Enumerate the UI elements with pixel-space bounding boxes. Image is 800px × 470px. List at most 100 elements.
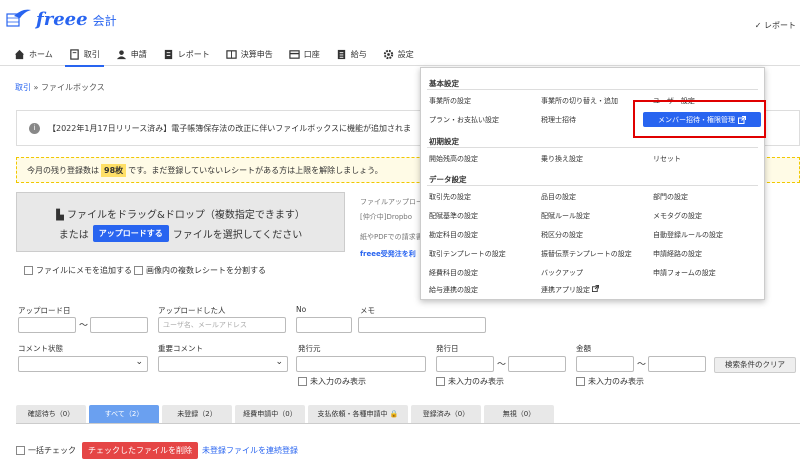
divider	[427, 89, 758, 90]
menu-payroll-link[interactable]: 給与連携の設定	[429, 285, 478, 295]
memo-checkbox[interactable]	[24, 266, 33, 275]
comment-status-label: コメント状態	[18, 344, 63, 353]
amount-unentered-checkbox[interactable]	[576, 377, 585, 386]
amount-unentered-option[interactable]: 未入力のみ表示	[576, 376, 644, 387]
breadcrumb-link[interactable]: 取引	[15, 83, 31, 92]
uploader-input[interactable]: ユーザ名、メールアドレス	[158, 317, 286, 333]
external-link-icon	[592, 285, 600, 292]
comment-status-select[interactable]	[18, 355, 148, 372]
important-comment-select[interactable]	[158, 355, 288, 372]
menu-app-integration[interactable]: 連携アプリ設定	[541, 285, 600, 295]
upload-date-to[interactable]	[90, 317, 148, 333]
menu-tax-categories[interactable]: 税区分の設定	[541, 230, 583, 240]
menu-account-items[interactable]: 勘定科目の設定	[429, 230, 478, 240]
nav-reports[interactable]: レポート	[163, 44, 210, 66]
memo-input[interactable]	[358, 317, 486, 333]
app-name: freee	[36, 8, 88, 30]
menu-opening-balance[interactable]: 開始残高の設定	[429, 154, 478, 164]
user-icon	[116, 50, 126, 60]
nav-home[interactable]: ホーム	[14, 44, 53, 66]
menu-transaction-templates[interactable]: 取引テンプレートの設定	[429, 249, 506, 259]
amount-from[interactable]	[576, 356, 634, 372]
tab-ignored[interactable]: 無視（0）	[484, 405, 554, 423]
menu-reset[interactable]: リセット	[653, 154, 681, 164]
menu-office-switch[interactable]: 事業所の切り替え・追加	[541, 96, 618, 106]
side-text-3: 紙やPDFでの請求書	[360, 233, 423, 241]
check-all-checkbox[interactable]	[16, 446, 25, 455]
issue-date-from[interactable]	[436, 356, 494, 372]
notice-text: 【2022年1月17日リリース済み】電子帳簿保存法の改正に伴いファイルボックスに…	[48, 123, 411, 133]
menu-office-settings[interactable]: 事業所の設定	[429, 96, 471, 106]
upload-button[interactable]: アップロードする	[92, 225, 169, 242]
tab-unregistered[interactable]: 未登録（2）	[162, 405, 232, 423]
continuous-register-link[interactable]: 未登録ファイルを連続登録	[202, 445, 298, 456]
issuer-label: 発行元	[298, 344, 321, 353]
nav-transactions[interactable]: 取引	[64, 44, 104, 67]
app-logo[interactable]: freee 会計	[6, 8, 117, 30]
issuer-unentered-checkbox[interactable]	[298, 377, 307, 386]
range-tilde: 〜	[497, 360, 507, 370]
amount-label: 金額	[576, 344, 591, 353]
range-tilde: 〜	[79, 321, 89, 331]
split-checkbox[interactable]	[134, 266, 143, 275]
nav-settings[interactable]: 設定	[383, 44, 414, 66]
tab-expense-pending[interactable]: 経費申請中（0）	[235, 405, 305, 423]
nav-label: 口座	[303, 50, 320, 59]
no-label: No	[296, 305, 307, 314]
issue-date-to[interactable]	[508, 356, 566, 372]
issue-date-label: 発行日	[436, 344, 459, 353]
upload-date-from[interactable]	[18, 317, 76, 333]
date-unentered-checkbox[interactable]	[436, 377, 445, 386]
nav-tax-filing[interactable]: 決算申告	[226, 44, 273, 66]
menu-memo-tags[interactable]: メモタグの設定	[653, 211, 702, 221]
delete-checked-button[interactable]: チェックしたファイルを削除	[82, 442, 198, 459]
quota-count: 98枚	[101, 163, 127, 177]
menu-plan-payment[interactable]: プラン・お支払い設定	[429, 115, 499, 125]
tab-all[interactable]: すべて（2）	[89, 405, 159, 423]
tab-payment-requests[interactable]: 支払依頼・各種申請中 🔒	[308, 405, 408, 423]
unentered-label: 未入力のみ表示	[310, 377, 366, 386]
bulk-actions: 一括チェック チェックしたファイルを削除 未登録ファイルを連続登録	[16, 442, 298, 459]
menu-allocation-rules[interactable]: 配賦ルール設定	[541, 211, 590, 221]
nav-label: 給与	[350, 50, 367, 59]
menu-approval-routes[interactable]: 申請経路の設定	[653, 249, 702, 259]
menu-allocation-basis[interactable]: 配賦基準の設定	[429, 211, 478, 221]
nav-label: 決算申告	[240, 50, 273, 59]
file-icon: ▙	[56, 210, 64, 221]
nav-payroll[interactable]: 給与	[336, 44, 367, 66]
report-menu[interactable]: ✓ レポート	[755, 20, 796, 31]
memo-label: メモ	[360, 306, 375, 315]
issuer-unentered-option[interactable]: 未入力のみ表示	[298, 376, 366, 387]
clear-filters-button[interactable]: 検索条件のクリア	[714, 357, 796, 373]
issuer-input[interactable]	[296, 356, 426, 372]
menu-items[interactable]: 品目の設定	[541, 192, 576, 202]
menu-tax-accountant-invite[interactable]: 税理士招待	[541, 115, 576, 125]
split-option[interactable]: 画像内の複数レシートを分割する	[134, 265, 266, 276]
tab-registered[interactable]: 登録済み（0）	[411, 405, 481, 423]
initial-settings-heading: 初期設定	[429, 137, 459, 146]
side-text-2: [仲介中]Dropbo	[360, 213, 413, 221]
nav-label: 取引	[83, 50, 100, 59]
upload-date-label: アップロード日	[18, 306, 71, 315]
nav-requests[interactable]: 申請	[116, 44, 147, 66]
freee-order-link[interactable]: freee受発注を利	[360, 249, 416, 259]
menu-expense-items[interactable]: 経費科目の設定	[429, 268, 478, 278]
file-dropzone[interactable]: ▙ ファイルをドラッグ&ドロップ（複数指定できます） または アップロードする …	[16, 192, 345, 252]
no-input[interactable]	[296, 317, 352, 333]
menu-partners[interactable]: 取引先の設定	[429, 192, 471, 202]
menu-backup[interactable]: バックアップ	[541, 268, 583, 278]
tab-pending[interactable]: 確認待ち（0）	[16, 405, 86, 423]
date-unentered-option[interactable]: 未入力のみ表示	[436, 376, 504, 387]
dropzone-text: ファイルをドラッグ&ドロップ（複数指定できます）	[67, 210, 305, 221]
menu-migration[interactable]: 乗り換え設定	[541, 154, 583, 164]
amount-to[interactable]	[648, 356, 706, 372]
breadcrumb-separator: »	[33, 83, 39, 92]
gear-icon	[383, 49, 393, 60]
memo-option[interactable]: ファイルにメモを追加する	[24, 265, 132, 276]
menu-departments[interactable]: 部門の設定	[653, 192, 688, 202]
menu-journal-templates[interactable]: 振替伝票テンプレートの設定	[541, 249, 632, 259]
nav-accounts[interactable]: 口座	[289, 44, 320, 66]
menu-auto-rules[interactable]: 自動登録ルールの設定	[653, 230, 723, 240]
menu-request-forms[interactable]: 申請フォームの設定	[653, 268, 716, 278]
card-icon	[289, 50, 300, 59]
